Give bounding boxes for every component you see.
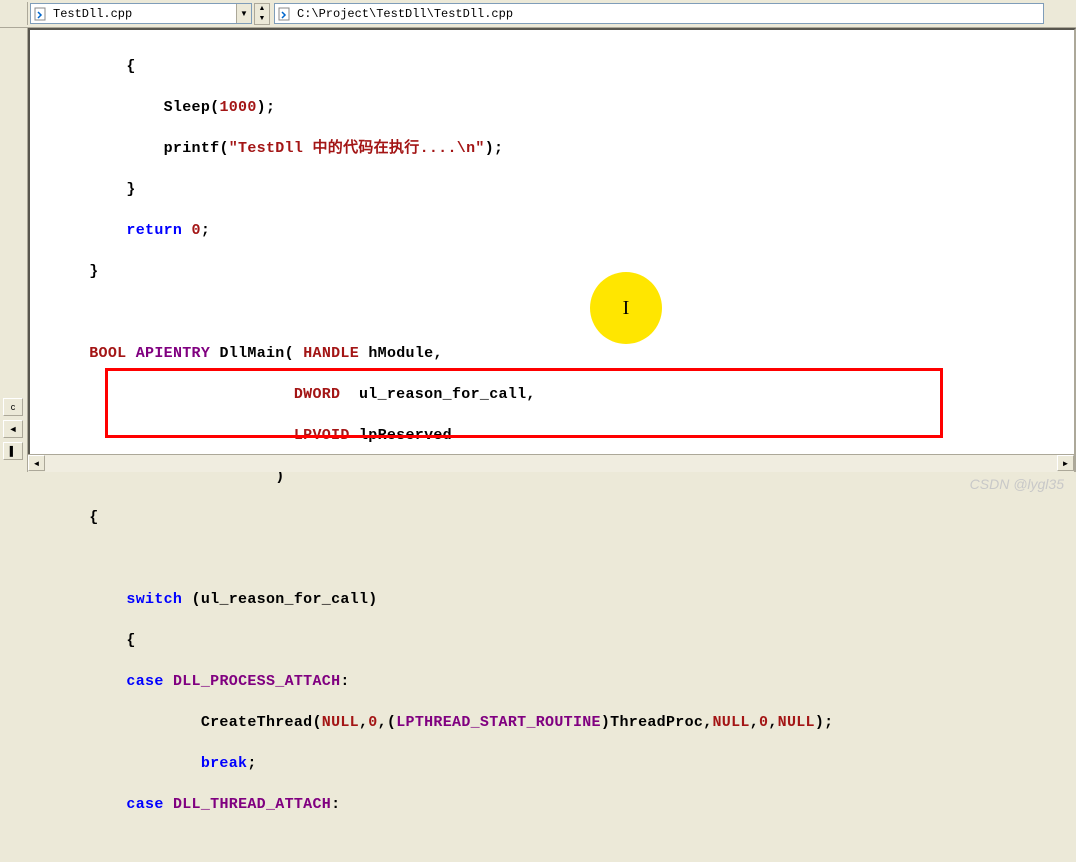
code-line: LPVOID lpReserved [52,426,1070,447]
code-line: } [52,262,1070,283]
code-line [52,549,1070,570]
code-line: CreateThread(NULL,0,(LPTHREAD_START_ROUT… [52,713,1070,734]
code-line: Sleep(1000); [52,98,1070,119]
code-line [52,303,1070,324]
scroll-left-icon[interactable]: ◄ [28,455,45,471]
path-dropdown[interactable]: C:\Project\TestDll\TestDll.cpp [274,3,1044,24]
file-path: C:\Project\TestDll\TestDll.cpp [295,7,1043,21]
spinner-down-icon[interactable]: ▼ [255,14,269,24]
file-name: TestDll.cpp [51,7,236,21]
left-gutter: c ◄ ▌ [0,28,28,472]
text-cursor-icon: I [623,297,630,320]
code-line: DWORD ul_reason_for_call, [52,385,1070,406]
code-line: { [52,631,1070,652]
toolbar-spacer [0,2,28,25]
code-line: break; [52,754,1070,775]
scroll-right-icon[interactable]: ► [1057,455,1074,471]
cpp-file-icon [33,6,49,22]
code-line: switch (ul_reason_for_call) [52,590,1070,611]
cpp-file-icon [277,6,293,22]
cursor-highlight: I [590,272,662,344]
code-line: return 0; [52,221,1070,242]
scroll-track[interactable] [45,455,1057,472]
code-line: } [52,180,1070,201]
spinner-up-icon[interactable]: ▲ [255,4,269,14]
gutter-button-2[interactable]: ◄ [3,420,23,438]
code-line: { [52,57,1070,78]
editor-area: c ◄ ▌ { Sleep(1000); printf("TestDll 中的代… [0,28,1076,472]
file-selector-dropdown[interactable]: TestDll.cpp ▼ [30,3,252,24]
gutter-button-3[interactable]: ▌ [3,442,23,460]
watermark: CSDN @lygl35 [970,476,1064,492]
spinner-control[interactable]: ▲ ▼ [254,3,270,25]
code-line: case DLL_PROCESS_ATTACH: [52,672,1070,693]
gutter-button-1[interactable]: c [3,398,23,416]
code-line: { [52,508,1070,529]
code-line: case DLL_THREAD_ATTACH: [52,795,1070,816]
horizontal-scrollbar[interactable]: ◄ ► [28,454,1074,472]
code-content[interactable]: { Sleep(1000); printf("TestDll 中的代码在执行..… [30,30,1074,862]
code-line: BOOL APIENTRY DllMain( HANDLE hModule, [52,344,1070,365]
code-line: printf("TestDll 中的代码在执行....\n"); [52,139,1070,160]
top-toolbar: TestDll.cpp ▼ ▲ ▼ C:\Project\TestDll\Tes… [0,0,1076,28]
dropdown-arrow-icon[interactable]: ▼ [236,4,251,23]
code-editor[interactable]: { Sleep(1000); printf("TestDll 中的代码在执行..… [28,28,1076,472]
